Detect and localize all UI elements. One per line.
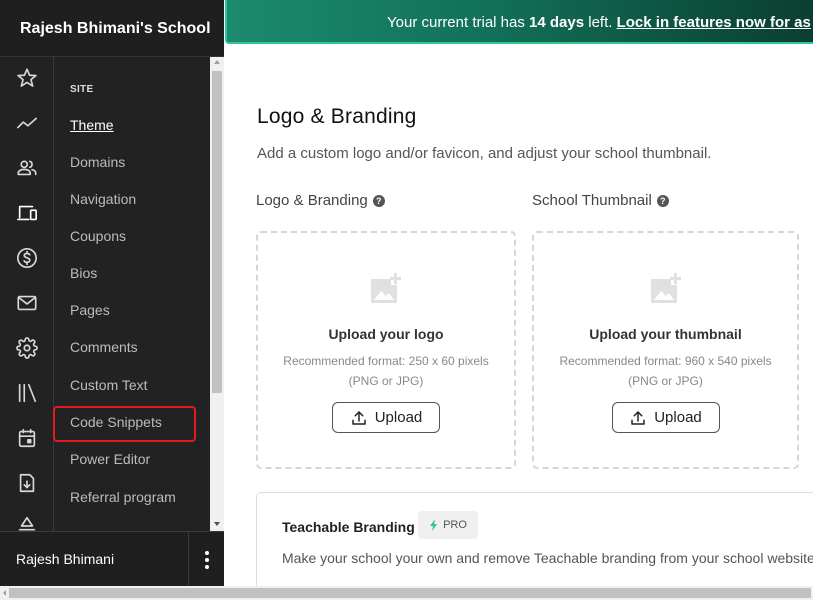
scroll-left-arrow[interactable]: [3, 590, 6, 596]
pro-badge-label: PRO: [443, 519, 467, 531]
code-snippets-highlight: [53, 406, 196, 442]
mail-icon[interactable]: [15, 291, 39, 315]
menu-item-power-editor[interactable]: Power Editor: [70, 451, 150, 467]
thumbnail-label: School Thumbnail ?: [532, 192, 669, 209]
banner-text-prefix: Your current trial has: [387, 14, 530, 31]
logo-format: (PNG or JPG): [348, 374, 424, 388]
thumbnail-recommended-size: Recommended format: 960 x 540 pixels: [559, 354, 772, 368]
upload-thumbnail-button[interactable]: Upload: [611, 402, 720, 433]
page-horizontal-scrollbar[interactable]: [0, 586, 813, 600]
sidebar: Rajesh Bhimani's School SITE Theme Domai…: [0, 0, 224, 587]
thumbnail-label-text: School Thumbnail: [532, 192, 652, 209]
shapes-icon[interactable]: [15, 514, 39, 531]
analytics-icon[interactable]: [15, 111, 39, 135]
page-title: Logo & Branding: [257, 105, 417, 128]
help-icon[interactable]: ?: [656, 194, 669, 207]
calendar-icon[interactable]: [15, 426, 39, 450]
branding-description: Make your school your own and remove Tea…: [282, 550, 813, 566]
menu-item-referral-program[interactable]: Referral program: [70, 489, 176, 505]
upload-logo-button[interactable]: Upload: [332, 402, 440, 433]
icon-rail: [0, 57, 54, 531]
scroll-down-arrow[interactable]: [214, 522, 220, 526]
thumbnail-upload-dropzone[interactable]: Upload your thumbnail Recommended format…: [532, 231, 799, 469]
teachable-branding-card: Teachable Branding PRO Make your school …: [256, 492, 813, 586]
add-image-icon: [650, 273, 681, 303]
sidebar-scrollbar[interactable]: [210, 57, 224, 531]
menu-item-bios[interactable]: Bios: [70, 265, 97, 281]
app-window: Rajesh Bhimani's School SITE Theme Domai…: [0, 0, 813, 600]
logo-upload-dropzone[interactable]: Upload your logo Recommended format: 250…: [256, 231, 516, 469]
page-subtitle: Add a custom logo and/or favicon, and ad…: [257, 145, 712, 162]
star-icon[interactable]: [15, 66, 39, 90]
banner-text-middle: left.: [584, 14, 617, 31]
site-menu: SITE Theme Domains Navigation Coupons Bi…: [55, 57, 210, 531]
main-content: Logo & Branding Add a custom logo and/or…: [225, 44, 813, 586]
logo-label: Logo & Branding ?: [256, 192, 385, 209]
upload-icon: [631, 410, 645, 425]
lock-in-features-link[interactable]: Lock in features now for as: [617, 14, 811, 31]
horizontal-scrollbar-thumb[interactable]: [9, 588, 811, 598]
menu-item-comments[interactable]: Comments: [70, 339, 138, 355]
upload-thumbnail-title: Upload your thumbnail: [589, 326, 742, 342]
scroll-up-arrow[interactable]: [214, 60, 220, 64]
school-name[interactable]: Rajesh Bhimani's School: [0, 0, 224, 57]
lightning-icon: [430, 519, 438, 531]
banner-days: 14 days: [529, 14, 585, 31]
menu-item-custom-text[interactable]: Custom Text: [70, 377, 148, 393]
menu-item-pages[interactable]: Pages: [70, 302, 110, 318]
pro-badge: PRO: [418, 511, 478, 539]
menu-item-domains[interactable]: Domains: [70, 154, 125, 170]
upload-logo-title: Upload your logo: [328, 326, 444, 342]
thumbnail-format: (PNG or JPG): [628, 374, 703, 388]
section-label: SITE: [70, 84, 94, 95]
gear-icon[interactable]: [15, 336, 39, 360]
users-icon[interactable]: [15, 156, 39, 180]
dollar-icon[interactable]: [15, 246, 39, 270]
upload-logo-label: Upload: [374, 409, 423, 426]
menu-item-coupons[interactable]: Coupons: [70, 228, 126, 244]
logo-recommended-size: Recommended format: 250 x 60 pixels: [283, 354, 489, 368]
devices-icon[interactable]: [15, 201, 39, 225]
scrollbar-thumb[interactable]: [212, 71, 222, 393]
thumbnail-recommendation: Recommended format: 960 x 540 pixels (PN…: [534, 351, 797, 391]
help-icon[interactable]: ?: [372, 194, 385, 207]
logo-recommendation: Recommended format: 250 x 60 pixels (PNG…: [258, 351, 514, 391]
user-name[interactable]: Rajesh Bhimani: [16, 551, 114, 567]
add-image-icon: [371, 273, 401, 303]
user-footer: Rajesh Bhimani: [0, 531, 224, 587]
upload-thumbnail-label: Upload: [654, 409, 702, 426]
file-download-icon[interactable]: [15, 471, 39, 495]
upload-icon: [351, 410, 366, 425]
menu-item-navigation[interactable]: Navigation: [70, 191, 136, 207]
more-options-icon[interactable]: [188, 532, 224, 587]
logo-label-text: Logo & Branding: [256, 192, 368, 209]
library-icon[interactable]: [15, 381, 39, 405]
branding-title: Teachable Branding: [282, 519, 415, 535]
trial-banner: Your current trial has 14 days left. Loc…: [225, 0, 813, 44]
menu-item-theme[interactable]: Theme: [70, 117, 114, 133]
